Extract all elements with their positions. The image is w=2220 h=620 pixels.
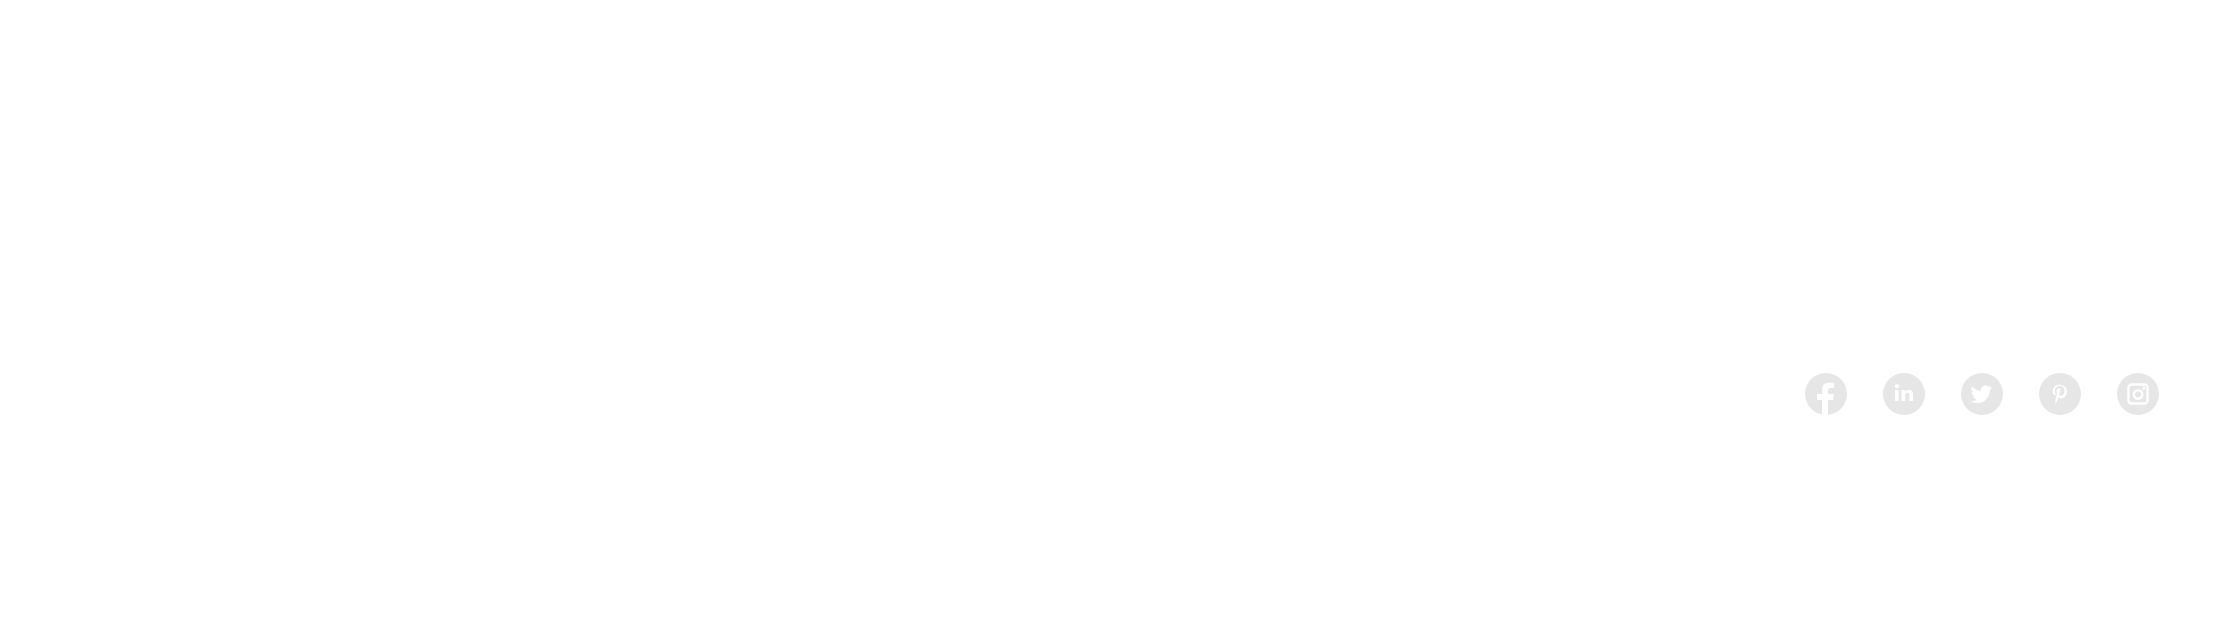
pinterest-icon xyxy=(2052,384,2067,404)
social-links xyxy=(1805,373,2159,415)
pinterest-link[interactable] xyxy=(2039,373,2081,415)
twitter-link[interactable] xyxy=(1961,373,2003,415)
instagram-link[interactable] xyxy=(2117,373,2159,415)
facebook-link[interactable] xyxy=(1805,373,1847,415)
facebook-icon xyxy=(1817,382,1834,415)
twitter-icon xyxy=(1970,385,1992,404)
page xyxy=(0,0,2220,620)
linkedin-link[interactable] xyxy=(1883,373,1925,415)
instagram-icon xyxy=(2127,383,2149,405)
linkedin-icon xyxy=(1894,384,1913,401)
